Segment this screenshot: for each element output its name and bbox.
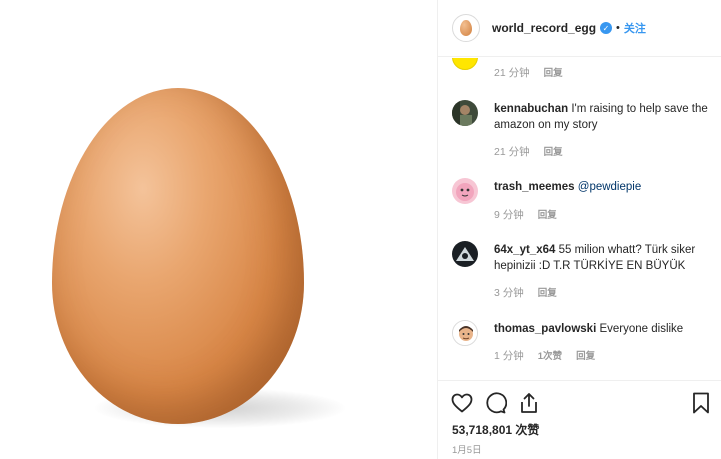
comment-meta: 9 分钟 回复 xyxy=(494,207,557,222)
reply-button[interactable]: 回复 xyxy=(544,144,563,159)
comment-meta: 21 分钟 回复 xyxy=(494,144,563,159)
follow-button[interactable]: 关注 xyxy=(624,20,646,36)
heart-icon[interactable] xyxy=(450,391,474,415)
comment-time: 21 分钟 xyxy=(494,67,530,79)
reply-button[interactable]: 回复 xyxy=(544,65,563,80)
comment-meta: 21 分钟 回复 xyxy=(494,65,563,80)
cartoon-man-avatar[interactable] xyxy=(452,320,478,346)
dark-avatar[interactable] xyxy=(452,241,478,267)
separator-dot: • xyxy=(616,22,620,34)
egg-image xyxy=(52,88,304,424)
comment-likes[interactable]: 1次赞 xyxy=(538,348,562,363)
comment-content: Everyone dislike xyxy=(599,323,684,335)
comment-username[interactable]: kennabuchan xyxy=(494,103,568,115)
comment-mention[interactable]: @pewdiepie xyxy=(578,181,641,193)
comment-text: thomas_pavlowski Everyone dislike xyxy=(494,321,716,337)
comment-icon[interactable] xyxy=(483,391,507,415)
reply-button[interactable]: 回复 xyxy=(538,285,557,300)
pink-cartoon-avatar[interactable] xyxy=(452,178,478,204)
likes-count[interactable]: 53,718,801 次赞 xyxy=(452,421,539,438)
post-username[interactable]: world_record_egg xyxy=(492,21,596,35)
comment-time: 3 分钟 xyxy=(494,287,524,299)
share-icon[interactable] xyxy=(517,391,541,415)
reply-button[interactable]: 回复 xyxy=(576,348,595,363)
comment-time: 21 分钟 xyxy=(494,146,530,158)
yellow-avatar[interactable] xyxy=(452,58,478,70)
comment-text: trash_meemes @pewdiepie xyxy=(494,179,716,195)
comment-time: 1 分钟 xyxy=(494,350,524,362)
bookmark-icon[interactable] xyxy=(689,391,713,415)
photo-avatar[interactable] xyxy=(452,100,478,126)
comment-username[interactable]: trash_meemes xyxy=(494,181,575,193)
post-sidebar: world_record_egg ✓ • 关注 21 分钟 回复 kennabu… xyxy=(437,0,721,459)
post-header: world_record_egg ✓ • 关注 xyxy=(438,0,721,57)
avatar[interactable] xyxy=(452,14,480,42)
egg-avatar-icon xyxy=(460,20,472,36)
comment-time: 9 分钟 xyxy=(494,209,524,221)
verified-badge-icon: ✓ xyxy=(600,22,613,34)
post-date: 1月5日 xyxy=(452,445,482,456)
comment-username[interactable]: 64x_yt_x64 xyxy=(494,244,555,256)
comment-meta: 3 分钟 回复 xyxy=(494,285,557,300)
post-actions: 53,718,801 次赞 1月5日 xyxy=(438,380,721,459)
comment-username[interactable]: thomas_pavlowski xyxy=(494,323,596,335)
comment-meta: 1 分钟 1次赞 回复 xyxy=(494,348,595,363)
comment-text: 64x_yt_x64 55 milion whatt? Türk siker h… xyxy=(494,242,716,274)
comments-list[interactable]: 21 分钟 回复 kennabuchan I'm raising to help… xyxy=(438,58,721,380)
reply-button[interactable]: 回复 xyxy=(538,207,557,222)
comment-text: kennabuchan I'm raising to help save the… xyxy=(494,101,716,133)
post-photo[interactable] xyxy=(0,0,437,459)
